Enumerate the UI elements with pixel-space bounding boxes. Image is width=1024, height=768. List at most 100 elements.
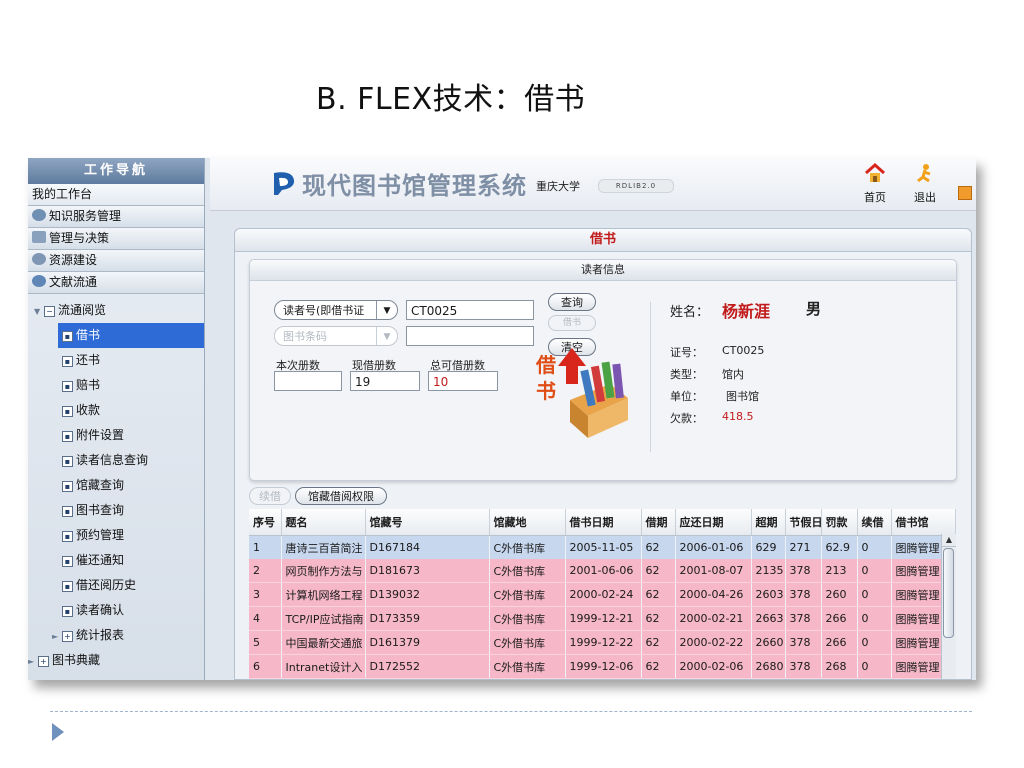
collapse-box-icon: − — [44, 306, 55, 317]
table-cell: 2005-11-05 — [565, 535, 641, 559]
query-button[interactable]: 查询 — [548, 293, 596, 311]
barcode-type-select[interactable]: 图书条码 ▼ — [274, 326, 398, 346]
table-cell: 1 — [249, 535, 281, 559]
nav-resource-building[interactable]: 资源建设 — [28, 250, 204, 272]
tree-item-return-notice[interactable]: ▪ 催还通知 — [28, 548, 204, 573]
table-cell: 6 — [249, 654, 281, 679]
table-cell: 2000-02-22 — [675, 630, 751, 655]
tree-item-compensate[interactable]: ▪ 赔书 — [28, 373, 204, 398]
tree-item-return[interactable]: ▪ 还书 — [28, 348, 204, 373]
table-row[interactable]: 4 TCP/IP应试指南 D173359 C外借书库 1999-12-21 62 2000-… — [249, 606, 955, 631]
tree-item-holdings-query[interactable]: ▪ 馆藏查询 — [28, 473, 204, 498]
column-header[interactable]: 应还日期 — [675, 509, 752, 536]
column-header[interactable]: 续借 — [857, 509, 892, 536]
table-cell: 0 — [857, 606, 891, 631]
table-cell: D181673 — [365, 559, 489, 583]
table-cell: 378 — [785, 654, 821, 679]
column-header[interactable]: 借期 — [641, 509, 676, 536]
table-cell: 268 — [821, 654, 857, 679]
borrow-button[interactable]: 借书 — [548, 315, 596, 331]
tree-label: 赔书 — [76, 378, 101, 392]
column-header[interactable]: 借书馆 — [891, 509, 956, 536]
tree-label: 借书 — [76, 328, 101, 342]
system-title: 现代图书馆管理系统 — [302, 171, 527, 200]
type-label: 类型： — [670, 368, 703, 381]
holdings-permission-button[interactable]: 馆藏借阅权限 — [295, 487, 387, 505]
table-cell: Intranet设计入 — [281, 654, 365, 679]
table-row[interactable]: 1 唐诗三百首简注 D167184 C外借书库 2005-11-05 62 2006-01-… — [249, 535, 955, 559]
reader-id-input[interactable]: CT0025 — [406, 300, 534, 320]
column-header[interactable]: 节假日 — [785, 509, 822, 536]
nav-label: 管理与决策 — [49, 231, 110, 245]
tree-item-reader-query[interactable]: ▪ 读者信息查询 — [28, 448, 204, 473]
renew-button[interactable]: 续借 — [249, 487, 291, 505]
tree-item-book-query[interactable]: ▪ 图书查询 — [28, 498, 204, 523]
name-label: 姓名： — [670, 305, 710, 320]
column-header[interactable]: 借书日期 — [565, 509, 642, 536]
university-name: 重庆大学 — [536, 180, 580, 193]
column-header[interactable]: 超期 — [751, 509, 786, 536]
table-row[interactable]: 6 Intranet设计入 D172552 C外借书库 1999-12-06 62 2000… — [249, 654, 955, 679]
circulation-tree: ▼ − 流通阅览 ▪ 借书 ▪ 还书 ▪ 赔书 ▪ 收款 ▪ 附件设置 ▪ 读者信息查询 ▪ 馆藏… — [28, 294, 204, 673]
table-cell: 2000-02-24 — [565, 582, 641, 607]
tree-item-borrow[interactable]: ▪ 借书 — [58, 323, 204, 348]
table-cell: 629 — [751, 535, 785, 559]
tree-item-reader-confirm[interactable]: ▪ 读者确认 — [28, 598, 204, 623]
reader-debt: 418.5 — [722, 410, 754, 423]
column-header[interactable]: 馆藏地 — [489, 509, 566, 536]
column-header[interactable]: 罚款 — [821, 509, 858, 536]
card-label: 证号： — [670, 346, 703, 359]
tree-group-circulation-reading[interactable]: ▼ − 流通阅览 — [28, 298, 204, 323]
home-button[interactable]: 首页 — [860, 162, 890, 205]
nav-circulation[interactable]: 文献流通 — [28, 272, 204, 294]
nav-knowledge-service[interactable]: 知识服务管理 — [28, 206, 204, 228]
tree-label: 图书查询 — [76, 503, 125, 517]
scroll-up-arrow-icon[interactable]: ▲ — [942, 534, 956, 547]
tree-label: 收款 — [76, 403, 101, 417]
table-cell: 0 — [857, 630, 891, 655]
nav-my-workbench[interactable]: 我的工作台 — [28, 184, 204, 206]
table-header-row: 序号 题名 馆藏号 馆藏地 借书日期 借期 应还日期 超期 节假日 罚款 续借 … — [249, 509, 956, 536]
tree-item-history[interactable]: ▪ 借还阅历史 — [28, 573, 204, 598]
tree-item-collection[interactable]: ► + 图书典藏 — [28, 648, 204, 673]
tree-item-statistics[interactable]: ► + 统计报表 — [28, 623, 204, 648]
table-cell: 2660 — [751, 630, 785, 655]
page-icon: ▪ — [62, 481, 73, 492]
reader-name: 杨新涯 — [722, 302, 771, 321]
chevron-down-icon: ▼ — [376, 301, 397, 319]
slide-bullet-triangle-icon — [52, 723, 64, 741]
page-icon: ▪ — [62, 406, 73, 417]
logout-button[interactable]: 退出 — [910, 162, 940, 205]
column-header[interactable]: 题名 — [281, 509, 366, 536]
tree-item-reservation[interactable]: ▪ 预约管理 — [28, 523, 204, 548]
total-count-field: 10 — [428, 371, 498, 391]
table-cell: 266 — [821, 630, 857, 655]
column-header[interactable]: 序号 — [249, 509, 282, 536]
table-scrollbar[interactable]: ▲ — [941, 534, 956, 679]
tree-label: 统计报表 — [76, 628, 125, 642]
barcode-input[interactable] — [406, 326, 534, 346]
table-row[interactable]: 3 计算机网络工程 D139032 C外借书库 2000-02-24 62 2000-04-… — [249, 582, 955, 607]
nav-management-decision[interactable]: 管理与决策 — [28, 228, 204, 250]
table-cell: 中国最新交通旅 — [281, 630, 365, 655]
table-row[interactable]: 2 网页制作方法与 D181673 C外借书库 2001-06-06 62 2001-08-… — [249, 559, 955, 583]
table-row[interactable]: 5 中国最新交通旅 D161379 C外借书库 1999-12-22 62 2000-02-… — [249, 630, 955, 655]
slide-title: B. FLEX技术：借书 — [316, 82, 586, 117]
this-time-count-field[interactable] — [274, 371, 342, 391]
tree-label: 流通阅览 — [58, 303, 107, 317]
reader-gender: 男 — [806, 300, 822, 318]
tree-label: 借还阅历史 — [76, 578, 137, 592]
tree-item-payment[interactable]: ▪ 收款 — [28, 398, 204, 423]
page-icon: ▪ — [62, 431, 73, 442]
resource-icon — [32, 253, 46, 265]
tree-item-attachment-settings[interactable]: ▪ 附件设置 — [28, 423, 204, 448]
column-header[interactable]: 馆藏号 — [365, 509, 490, 536]
tree-label: 读者信息查询 — [76, 453, 149, 467]
reader-type-select[interactable]: 读者号(即借书证 ▼ — [274, 300, 398, 320]
table-cell: 62 — [641, 606, 675, 631]
scroll-thumb[interactable] — [943, 548, 954, 638]
decision-icon — [32, 231, 46, 243]
table-cell: 2006-01-06 — [675, 535, 751, 559]
home-label: 首页 — [864, 191, 886, 204]
window-toggle-icon[interactable] — [958, 186, 972, 200]
